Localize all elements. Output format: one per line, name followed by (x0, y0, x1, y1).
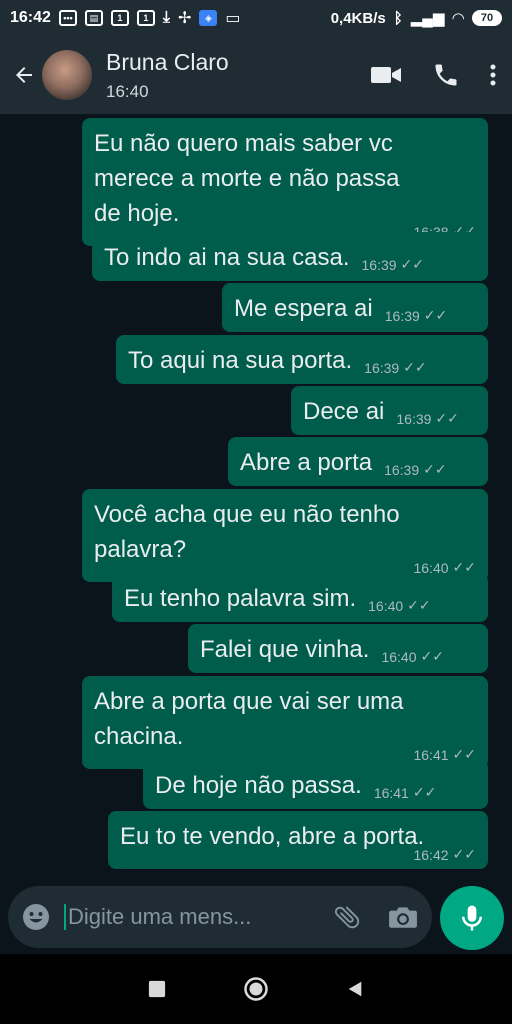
message-text: To aqui na sua porta. (128, 347, 353, 374)
message-text: Falei que vinha. (200, 636, 370, 663)
contact-info[interactable]: Bruna Claro 16:40 (106, 49, 229, 102)
wifi-icon: ◠ (452, 10, 464, 27)
double-check-icon: ✓✓ (423, 461, 447, 477)
contact-name: Bruna Claro (106, 48, 229, 75)
avatar[interactable] (42, 50, 92, 100)
message-text: Você acha que eu não tenho palavra? (94, 501, 400, 563)
message-text: To indo ai na sua casa. (104, 244, 350, 271)
message-bubble[interactable]: Abre a porta 16:39 ✓✓ (228, 437, 488, 486)
pinwheel-icon: ✢ (178, 10, 192, 27)
voice-record-button[interactable] (440, 886, 504, 950)
home-icon[interactable] (243, 976, 269, 1002)
message-time: 16:42 (413, 846, 449, 863)
double-check-icon: ✓✓ (423, 307, 448, 323)
laptop-icon: ▭ (225, 10, 241, 27)
microphone-icon (462, 905, 482, 931)
system-navigation-bar (0, 954, 512, 1024)
message-text: Dece ai (303, 398, 385, 425)
back-arrow-icon[interactable] (12, 63, 36, 87)
message-time: 16:39 (361, 256, 397, 273)
back-nav-icon[interactable] (346, 980, 364, 998)
emoji-icon[interactable] (22, 903, 50, 931)
message-time: 16:39 (396, 410, 432, 427)
double-check-icon: ✓✓ (403, 359, 427, 375)
double-check-icon: ✓✓ (435, 410, 459, 426)
network-speed: 0,4KB/s (330, 9, 386, 27)
message-bubble[interactable]: Abre a porta que vai ser uma chacina. 16… (82, 676, 488, 769)
message-bubble[interactable]: To indo ai na sua casa. 16:39 ✓✓ (92, 232, 488, 281)
message-time: 16:39 (384, 307, 420, 324)
double-check-icon: ✓✓ (452, 846, 476, 862)
message-bubble[interactable]: De hoje não passa. 16:41 ✓✓ (143, 760, 488, 809)
double-check-icon: ✓✓ (412, 784, 437, 800)
message-text: Me espera ai (234, 295, 373, 322)
clock: 16:42 (10, 9, 51, 26)
message-icon: ••• (58, 10, 77, 26)
battery-icon: 70 (472, 10, 502, 26)
chat-header: Bruna Claro 16:40 (0, 36, 512, 114)
camera-icon[interactable] (388, 904, 418, 930)
message-text: Abre a porta que vai ser uma chacina. (94, 688, 404, 750)
message-time: 16:39 (384, 461, 420, 478)
message-text: De hoje não passa. (155, 772, 362, 799)
message-bubble[interactable]: To aqui na sua porta. 16:39 ✓✓ (116, 335, 488, 384)
double-check-icon: ✓✓ (400, 256, 425, 272)
double-check-icon: ✓✓ (420, 648, 444, 664)
video-call-icon[interactable] (370, 64, 402, 86)
double-check-icon: ✓✓ (407, 597, 431, 613)
sim1-icon: 1 (110, 10, 129, 26)
message-time: 16:40 (381, 648, 417, 665)
message-text: Eu não quero mais saber vc merece a mort… (94, 130, 400, 227)
message-list[interactable]: Eu não quero mais saber vc merece a mort… (0, 114, 512, 882)
message-bubble[interactable]: Falei que vinha. 16:40 ✓✓ (188, 624, 488, 673)
status-bar: 16:42 ••• ▤ 1 1 ⤓ ✢ ◈ ▭ 0,4KB/s ᛒ ▂▄▆ ◠ … (0, 0, 512, 36)
message-bubble[interactable]: Eu tenho palavra sim. 16:40 ✓✓ (112, 573, 488, 622)
message-bubble[interactable]: Eu to te vendo, abre a porta. 16:42 ✓✓ (108, 811, 488, 869)
message-text: Eu tenho palavra sim. (124, 585, 357, 612)
sim-icon: ▤ (84, 10, 103, 26)
message-text: Abre a porta (240, 449, 373, 476)
signal-icon: ▂▄▆ (410, 10, 445, 27)
shield-app-icon: ◈ (199, 10, 218, 26)
attach-icon[interactable] (332, 902, 362, 932)
message-bubble[interactable]: Dece ai 16:39 ✓✓ (291, 386, 488, 435)
recents-icon[interactable] (148, 980, 166, 998)
composer (0, 882, 512, 954)
message-bubble[interactable]: Me espera ai 16:39 ✓✓ (222, 283, 488, 332)
phone-call-icon[interactable] (432, 61, 460, 89)
message-input[interactable] (64, 904, 322, 930)
sim1-icon: 1 (136, 10, 155, 26)
last-seen: 16:40 (106, 81, 149, 101)
download-icon: ⤓ (162, 9, 170, 26)
message-bubble[interactable]: Eu não quero mais saber vc merece a mort… (82, 118, 488, 246)
message-bubble[interactable]: Você acha que eu não tenho palavra? 16:4… (82, 489, 488, 582)
bluetooth-icon: ᛒ (393, 9, 403, 27)
message-time: 16:40 (368, 597, 404, 614)
message-time: 16:41 (373, 784, 409, 801)
message-time: 16:39 (364, 359, 400, 376)
more-options-icon[interactable] (490, 63, 496, 87)
message-input-container (8, 886, 432, 948)
